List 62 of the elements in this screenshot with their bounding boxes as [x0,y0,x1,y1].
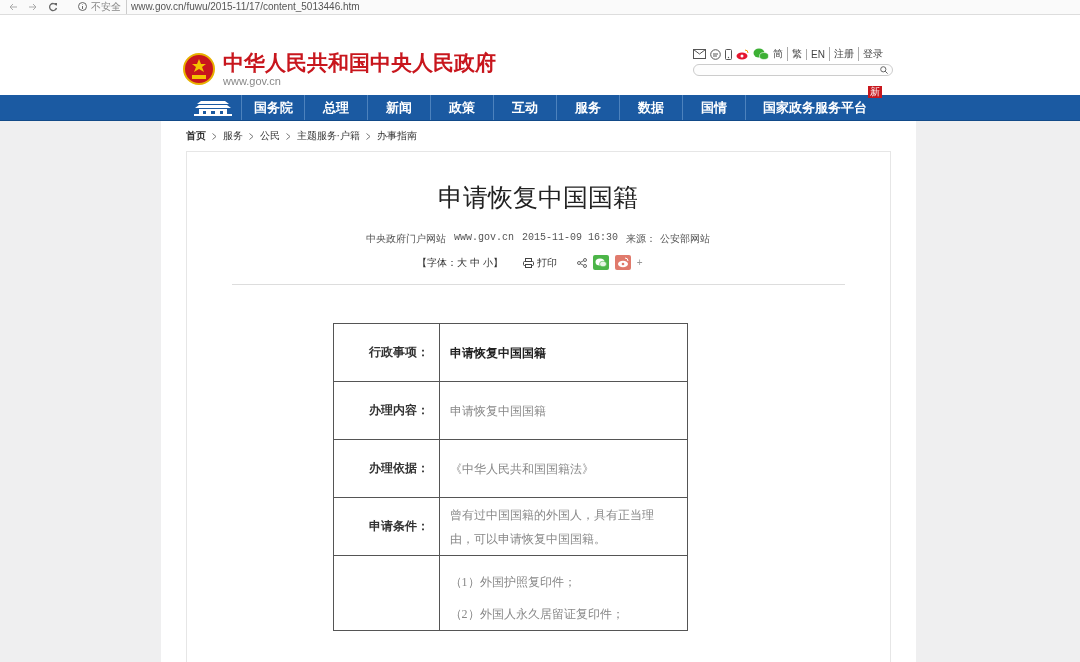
chevron-icon [365,132,371,140]
forward-icon[interactable] [28,1,38,12]
header-link[interactable]: 登录 [857,47,883,61]
breadcrumb-link[interactable]: 服务 [222,129,243,143]
table-cell: 申请条件： [333,497,439,556]
weibo-icon[interactable] [736,48,749,60]
back-icon[interactable] [8,1,18,12]
mail-icon[interactable] [693,49,706,59]
table-cell: 办理依据： [333,439,439,498]
font-size-control[interactable]: 【字体：大 中 小】 [417,255,503,270]
table-cell-text: 申请恢复中国国籍 [449,344,547,362]
chat-icon[interactable] [710,48,721,60]
nav-tab[interactable]: 总理 [305,95,368,120]
new-badge: 新 [868,86,882,98]
chevron-icon [285,132,291,140]
header-link[interactable]: 简 [773,47,783,61]
chevron-icon [211,132,217,140]
security-label: 不安全 [91,0,127,14]
chevron-icon [248,132,254,140]
breadcrumb-link[interactable]: 公民 [259,129,280,143]
breadcrumb-link[interactable]: 首页 [185,129,206,143]
table-cell-text: （1）外国护照复印件； [449,574,577,591]
search-field[interactable] [693,64,893,76]
table-cell-text: 《中华人民共和国国籍法》 [449,460,595,478]
source-name: 公安部网站 [660,232,710,246]
table-cell-text: 申请恢复中国国籍 [449,402,547,420]
nav-tab[interactable]: 新闻 [368,95,431,120]
site-name: 中央政府门户网站 [366,232,446,246]
weibo-share-icon[interactable] [614,255,631,270]
publish-date: 2015-11-09 16:30 [522,232,618,245]
search-icon [880,66,888,74]
table-cell-text: 曾有过中国国籍的外国人，具有正当理由，可以申请恢复中国国籍。 [449,506,655,548]
phone-icon[interactable] [725,48,732,60]
site-domain[interactable]: www.gov.cn [223,75,496,87]
table-cell: 办理内容： [333,381,439,440]
share-icon[interactable] [576,257,587,268]
breadcrumb-link[interactable]: 主题服务·户籍 [296,129,360,143]
reload-icon[interactable] [48,1,58,12]
printer-icon [522,257,534,268]
header-link[interactable]: 繁 [787,47,802,61]
nav-tab[interactable]: 数据 [620,95,683,120]
info-icon [78,2,87,11]
source-label: 来源： [626,233,656,244]
header-link[interactable]: 注册 [828,47,854,61]
site-title: 中华人民共和国中央人民政府 [223,51,496,75]
article-title: 申请恢复中国国籍 [437,182,639,213]
site-domain: www.gov.cn [454,232,514,245]
national-emblem-icon [183,52,215,86]
nav-tab[interactable]: 服务 [557,95,620,120]
nav-tab[interactable]: 国务院 [242,95,305,120]
table-cell: 行政事项： [333,323,439,382]
nav-tab[interactable]: 政策 [431,95,494,120]
header-link[interactable]: EN [806,48,825,60]
table-cell-text: （2）外国人永久居留证复印件； [449,606,625,623]
wechat-share-icon[interactable] [592,255,609,270]
nav-tab[interactable]: 国情 [683,95,746,120]
wechat-icon[interactable] [753,48,769,60]
gate-tower-icon[interactable] [193,99,233,116]
print-link[interactable]: 打印 [522,255,557,270]
breadcrumb-link[interactable]: 办事指南 [376,129,417,143]
nav-tab[interactable]: 互动 [494,95,557,120]
url-text[interactable]: www.gov.cn/fuwu/2015-11/17/content_5013446.htm [131,1,360,12]
